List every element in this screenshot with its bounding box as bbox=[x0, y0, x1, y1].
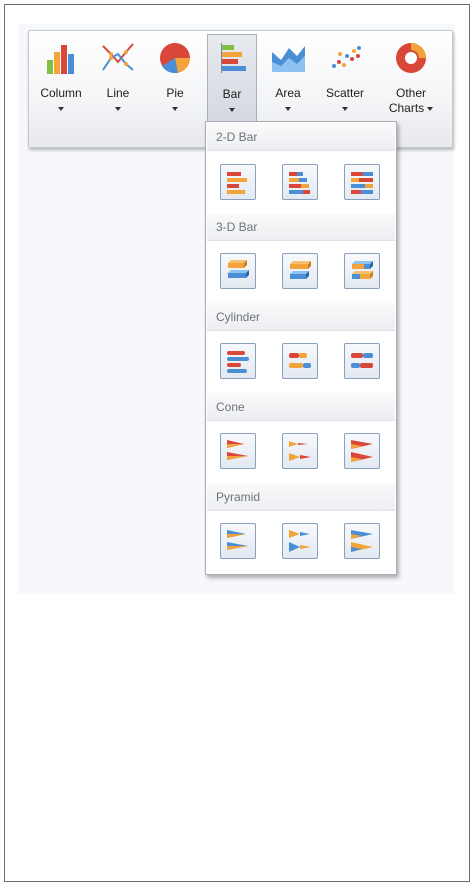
stacked-bar-3d-icon bbox=[290, 261, 311, 279]
pie-chart-icon bbox=[160, 43, 190, 74]
area-label: Area bbox=[275, 86, 301, 100]
stacked-cylinder-icon bbox=[289, 353, 311, 368]
full-stacked-pyramid-option[interactable] bbox=[344, 523, 380, 559]
pie-label: Pie bbox=[166, 86, 184, 100]
bar-label: Bar bbox=[222, 87, 242, 101]
clustered-cylinder-icon bbox=[227, 351, 249, 373]
stacked-bar-3d-option[interactable] bbox=[282, 253, 318, 289]
full-stacked-bar-3d-icon bbox=[352, 261, 373, 279]
chevron-down-icon bbox=[427, 106, 434, 111]
group-header-cone: Cone bbox=[207, 393, 395, 421]
bar-chart-icon bbox=[221, 43, 246, 73]
scatter-chart-icon bbox=[332, 46, 361, 68]
column-chart-icon bbox=[47, 45, 74, 74]
stacked-pyramid-icon bbox=[289, 530, 311, 552]
pie-chart-button[interactable]: Pie bbox=[150, 34, 200, 126]
chevron-down-icon bbox=[342, 107, 348, 111]
clustered-pyramid-option[interactable] bbox=[220, 523, 256, 559]
bar-chart-button[interactable]: Bar bbox=[207, 34, 257, 126]
clustered-bar-icon bbox=[227, 172, 247, 194]
chevron-down-icon bbox=[58, 107, 64, 111]
stacked-cone-option[interactable] bbox=[282, 433, 318, 469]
full-stacked-cylinder-option[interactable] bbox=[344, 343, 380, 379]
full-stacked-bar-option[interactable] bbox=[344, 164, 380, 200]
group-header-2d-bar: 2-D Bar bbox=[207, 123, 395, 151]
full-stacked-cylinder-icon bbox=[351, 353, 373, 368]
bar-chart-gallery: 2-D Bar 3-D Bar Cylinder Cone Pyramid bbox=[205, 121, 397, 575]
chevron-down-icon bbox=[172, 107, 178, 111]
stacked-cylinder-option[interactable] bbox=[282, 343, 318, 379]
other-charts-label: Other Charts bbox=[378, 86, 444, 116]
line-label: Line bbox=[106, 86, 130, 100]
clustered-bar-3d-option[interactable] bbox=[220, 253, 256, 289]
clustered-pyramid-icon bbox=[227, 530, 248, 550]
full-stacked-cone-icon bbox=[351, 440, 373, 462]
full-stacked-cone-option[interactable] bbox=[344, 433, 380, 469]
stacked-cone-icon bbox=[289, 441, 311, 461]
charts-label: Charts bbox=[388, 101, 425, 115]
clustered-cone-icon bbox=[227, 440, 248, 460]
scatter-chart-button[interactable]: Scatter bbox=[318, 34, 372, 126]
scatter-label: Scatter bbox=[325, 86, 364, 100]
column-chart-button[interactable]: Column bbox=[36, 34, 86, 126]
stacked-bar-option[interactable] bbox=[282, 164, 318, 200]
chevron-down-icon bbox=[285, 107, 291, 111]
area-chart-icon bbox=[272, 46, 305, 72]
group-header-pyramid: Pyramid bbox=[207, 483, 395, 511]
clustered-bar-3d-icon bbox=[228, 260, 249, 278]
full-stacked-pyramid-icon bbox=[351, 530, 373, 552]
clustered-cylinder-option[interactable] bbox=[220, 343, 256, 379]
clustered-bar-option[interactable] bbox=[220, 164, 256, 200]
group-header-3d-bar: 3-D Bar bbox=[207, 213, 395, 241]
group-header-cylinder: Cylinder bbox=[207, 303, 395, 331]
column-label: Column bbox=[40, 86, 82, 100]
other-label: Other bbox=[395, 86, 426, 100]
full-stacked-bar-icon bbox=[351, 172, 373, 194]
area-chart-button[interactable]: Area bbox=[264, 34, 312, 126]
other-charts-button[interactable]: Other Charts bbox=[378, 34, 444, 126]
chevron-down-icon bbox=[229, 108, 235, 112]
clustered-cone-option[interactable] bbox=[220, 433, 256, 469]
stacked-bar-icon bbox=[289, 172, 310, 194]
line-chart-icon bbox=[102, 43, 134, 71]
stacked-pyramid-option[interactable] bbox=[282, 523, 318, 559]
other-charts-icon bbox=[396, 43, 426, 73]
chevron-down-icon bbox=[115, 107, 121, 111]
full-stacked-bar-3d-option[interactable] bbox=[344, 253, 380, 289]
line-chart-button[interactable]: Line bbox=[94, 34, 142, 126]
